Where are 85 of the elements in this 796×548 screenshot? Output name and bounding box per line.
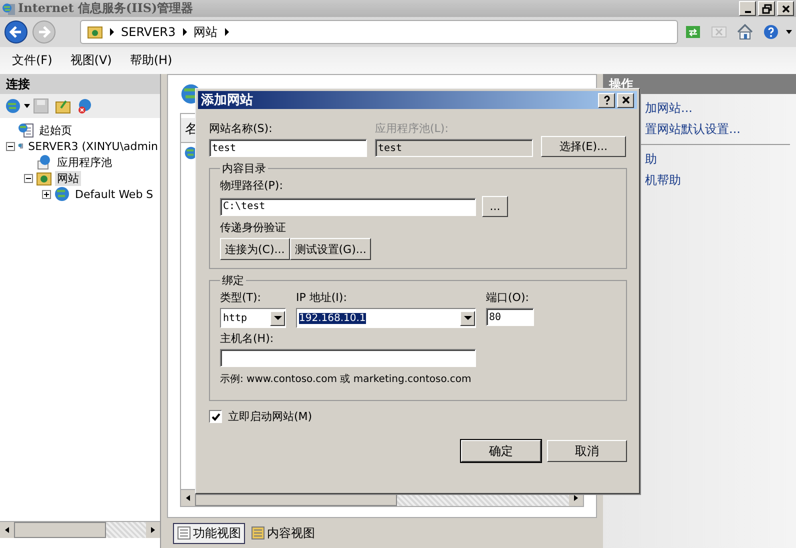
action-link[interactable]: 机帮助 bbox=[645, 172, 796, 189]
section-label: 传递身份验证 bbox=[220, 220, 287, 235]
caret-icon[interactable] bbox=[786, 30, 792, 34]
menu-item[interactable]: 文件(F) bbox=[12, 52, 52, 69]
document-icon bbox=[251, 526, 265, 540]
host-name-field[interactable] bbox=[220, 349, 476, 367]
select-button[interactable]: 选择(E)... bbox=[541, 136, 626, 157]
field-label: 网站名称(S): bbox=[209, 121, 274, 136]
type-dropdown[interactable]: http bbox=[220, 308, 286, 328]
tree-item[interactable]: 网站 bbox=[55, 170, 81, 186]
breadcrumb[interactable]: SERVER3 bbox=[121, 25, 176, 39]
tree-item[interactable]: SERVER3 (XINYU\admin bbox=[26, 140, 160, 152]
tree-item[interactable]: Default Web S bbox=[73, 188, 156, 200]
expander-icon[interactable] bbox=[42, 190, 51, 198]
pane-header: 连接 bbox=[0, 74, 160, 94]
group-title: 绑定 bbox=[221, 273, 245, 288]
minimize-icon bbox=[744, 10, 750, 12]
field-label: 物理路径(P): bbox=[220, 178, 284, 193]
ok-button[interactable]: 确定 bbox=[461, 440, 541, 462]
folder-icon[interactable] bbox=[55, 98, 71, 114]
ip-address-dropdown[interactable]: 192.168.10.1 bbox=[296, 308, 476, 328]
help-icon[interactable] bbox=[763, 24, 779, 40]
action-link[interactable]: 助 bbox=[645, 151, 796, 168]
menu-item[interactable]: 帮助(H) bbox=[130, 52, 172, 69]
close-icon bbox=[620, 95, 630, 105]
window-title: Internet 信息服务(IIS)管理器 bbox=[18, 0, 194, 17]
breadcrumb[interactable]: 网站 bbox=[194, 24, 218, 40]
chevron-icon bbox=[109, 28, 115, 36]
restore-button[interactable] bbox=[758, 1, 775, 16]
address-field[interactable]: SERVER3 网站 bbox=[80, 20, 678, 44]
app-icon bbox=[2, 2, 16, 16]
group-title: 内容目录 bbox=[221, 161, 267, 176]
field-label: 应用程序池(L): bbox=[375, 121, 450, 136]
list-icon bbox=[177, 526, 191, 540]
restore-icon bbox=[762, 4, 772, 14]
back-button[interactable] bbox=[4, 20, 28, 44]
caret-icon[interactable] bbox=[24, 104, 30, 108]
physical-path-field[interactable]: C:\test bbox=[220, 198, 476, 216]
view-tab[interactable]: 功能视图 bbox=[173, 522, 245, 544]
checkbox-label[interactable]: 立即启动网站(M) bbox=[228, 409, 312, 424]
test-settings-button[interactable]: 测试设置(G)... bbox=[290, 238, 372, 260]
close-button[interactable] bbox=[777, 1, 794, 16]
folder-icon bbox=[36, 170, 52, 186]
checkbox[interactable] bbox=[209, 410, 222, 423]
dropdown-icon[interactable] bbox=[274, 316, 282, 320]
menu-item[interactable]: 视图(V) bbox=[70, 52, 112, 69]
chevron-icon bbox=[224, 28, 230, 36]
disconnect-icon[interactable] bbox=[77, 98, 93, 114]
tree-item[interactable]: 应用程序池 bbox=[55, 154, 114, 170]
minimize-button[interactable] bbox=[739, 1, 756, 16]
cancel-button[interactable]: 取消 bbox=[547, 440, 627, 462]
scroll-right-icon[interactable] bbox=[574, 495, 578, 501]
field-label: 主机名(H): bbox=[220, 331, 275, 346]
page-icon bbox=[18, 122, 34, 138]
expander-icon[interactable] bbox=[24, 174, 33, 182]
site-name-field[interactable]: test bbox=[209, 139, 367, 157]
expander-icon[interactable] bbox=[6, 142, 15, 150]
globe-icon bbox=[36, 154, 52, 170]
folder-icon bbox=[87, 25, 103, 39]
tree-item[interactable]: 起始页 bbox=[37, 122, 74, 138]
scroll-right-icon[interactable] bbox=[151, 527, 155, 533]
scroll-left-icon[interactable] bbox=[5, 527, 9, 533]
field-label: 类型(T): bbox=[220, 290, 262, 305]
globe-icon bbox=[54, 186, 70, 202]
view-tab[interactable]: 内容视图 bbox=[247, 522, 319, 544]
chevron-icon bbox=[182, 28, 188, 36]
port-field[interactable]: 80 bbox=[486, 308, 534, 326]
connect-as-button[interactable]: 连接为(C)... bbox=[220, 238, 290, 260]
question-icon bbox=[602, 95, 612, 105]
scroll-left-icon[interactable] bbox=[186, 495, 190, 501]
app-pool-field[interactable]: test bbox=[375, 139, 533, 157]
help-button[interactable] bbox=[598, 92, 615, 108]
close-icon bbox=[780, 4, 790, 14]
action-link[interactable]: 置网站默认设置... bbox=[645, 121, 796, 138]
dropdown-icon[interactable] bbox=[464, 316, 472, 320]
browse-button[interactable]: ... bbox=[482, 196, 508, 217]
horizontal-scrollbar[interactable] bbox=[0, 521, 160, 538]
action-link[interactable]: 加网站... bbox=[645, 100, 796, 117]
close-button[interactable] bbox=[617, 92, 634, 108]
field-label: IP 地址(I): bbox=[296, 290, 348, 305]
refresh-icon[interactable] bbox=[685, 24, 701, 40]
example-text: 示例: www.contoso.com 或 marketing.contoso.com bbox=[220, 372, 472, 386]
field-label: 端口(O): bbox=[486, 290, 530, 305]
dialog-title: 添加网站 bbox=[201, 92, 253, 109]
home-icon[interactable] bbox=[737, 24, 753, 40]
